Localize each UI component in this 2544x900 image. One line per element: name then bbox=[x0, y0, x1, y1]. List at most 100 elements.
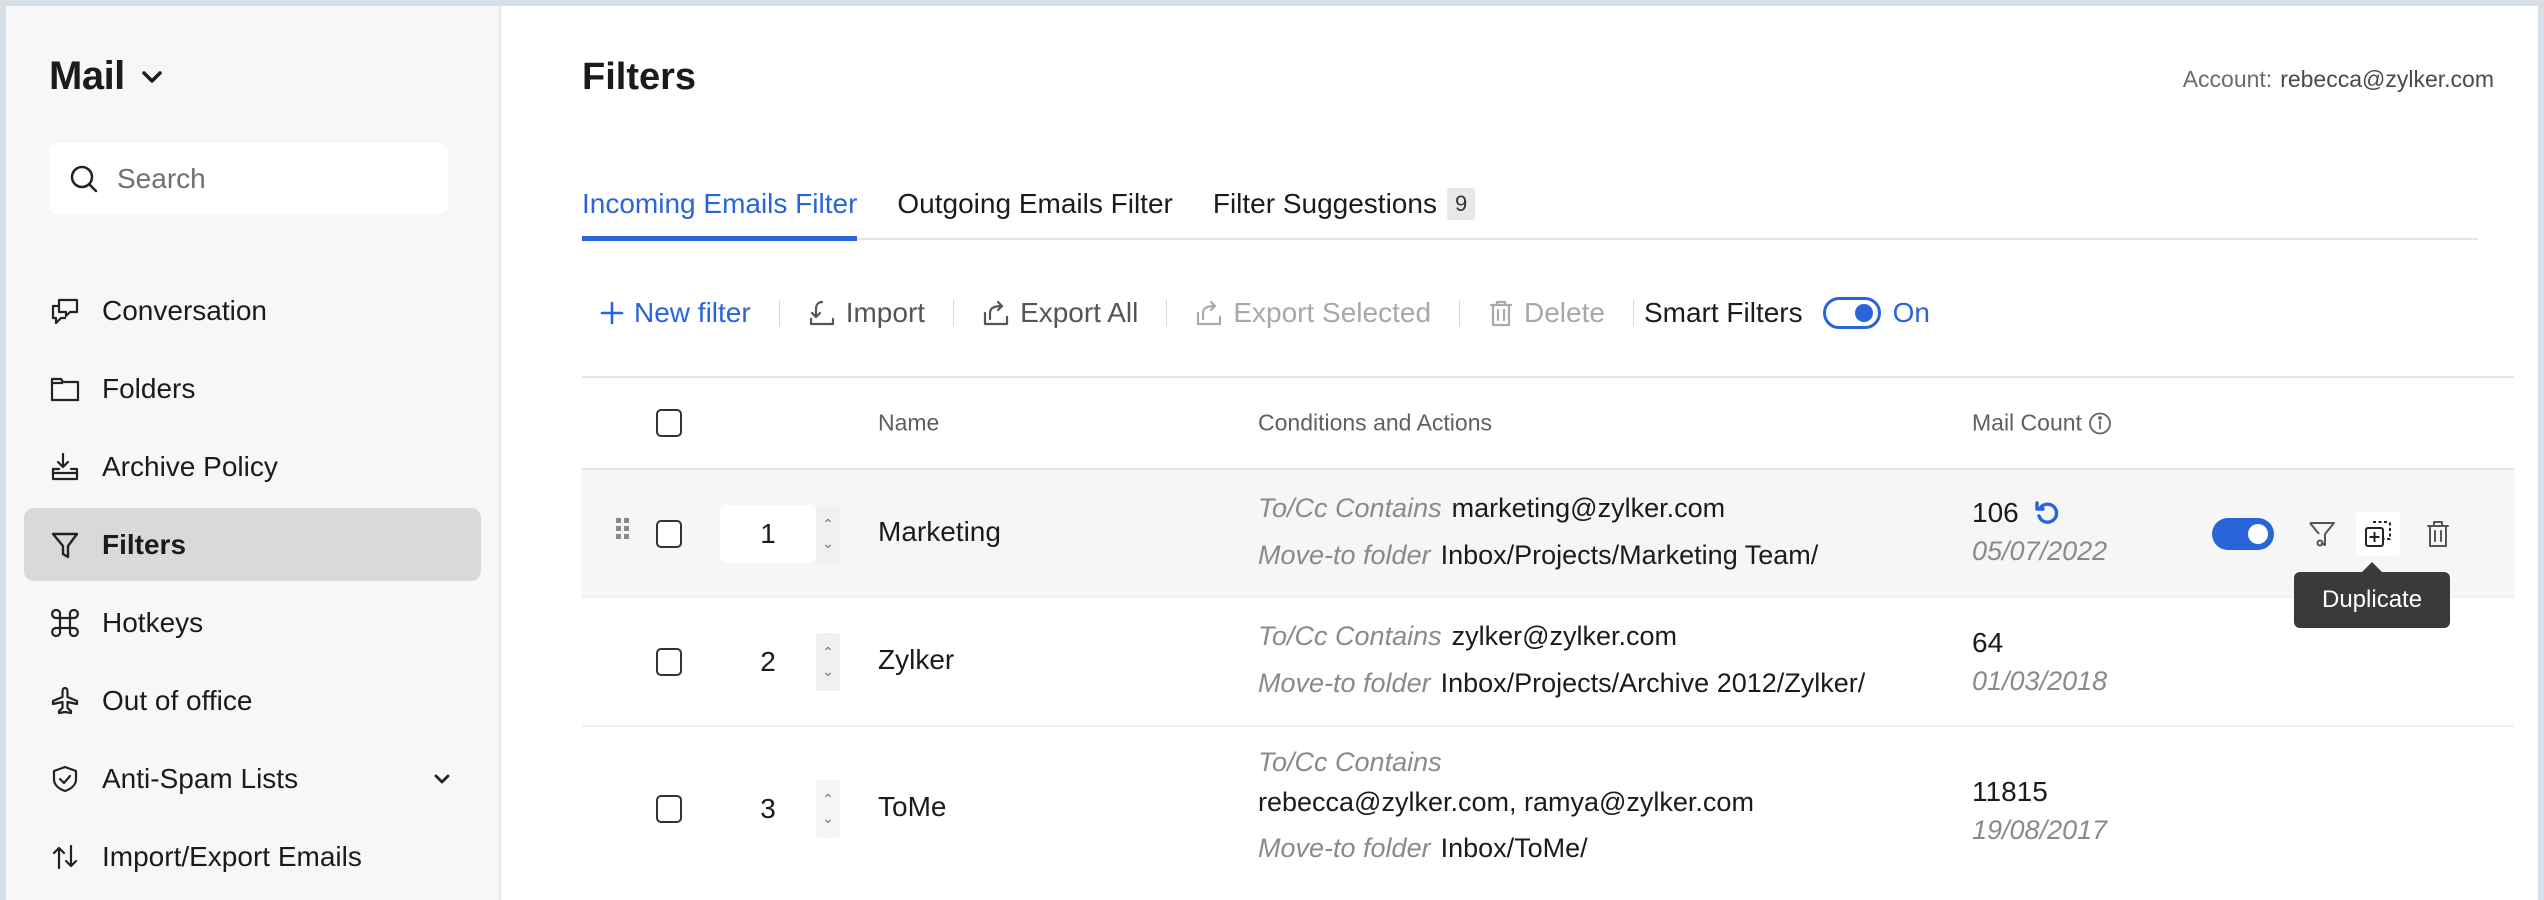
tab-outgoing-emails-filter[interactable]: Outgoing Emails Filter bbox=[897, 176, 1172, 238]
import-label: Import bbox=[845, 297, 926, 328]
sidebar-item-label: Hotkeys bbox=[102, 606, 204, 638]
filter-icon bbox=[50, 530, 80, 560]
condition-label: To/Cc Contains bbox=[1258, 747, 1442, 777]
chevron-down-icon[interactable]: ⌄ bbox=[822, 535, 834, 552]
select-all-checkbox[interactable] bbox=[656, 409, 682, 437]
column-header-name: Name bbox=[878, 409, 940, 436]
sidebar-item-hotkeys[interactable]: Hotkeys bbox=[24, 586, 481, 659]
sidebar-item-label: Conversation bbox=[102, 294, 267, 326]
search-icon bbox=[70, 165, 98, 192]
sidebar-item-filters[interactable]: Filters bbox=[24, 508, 481, 581]
row-checkbox[interactable] bbox=[656, 648, 682, 676]
search-input[interactable] bbox=[117, 162, 417, 195]
order-input[interactable]: 1 bbox=[720, 505, 816, 563]
condition-value: rebecca@zylker.com, ramya@zylker.com bbox=[1258, 787, 1754, 817]
export-all-label: Export All bbox=[1020, 297, 1139, 328]
mail-count: 64 01/03/2018 bbox=[1972, 624, 2107, 700]
order-stepper[interactable]: ⌃ ⌄ bbox=[816, 633, 840, 691]
sidebar-item-import-export-emails[interactable]: Import/Export Emails bbox=[24, 820, 481, 893]
sidebar-item-conversation[interactable]: Conversation bbox=[24, 274, 481, 347]
sidebar-item-out-of-office[interactable]: Out of office bbox=[24, 664, 481, 737]
folder-icon bbox=[50, 374, 80, 404]
chevron-up-icon[interactable]: ⌃ bbox=[822, 644, 834, 661]
toolbar-divider bbox=[1632, 300, 1634, 326]
column-header-conditions: Conditions and Actions bbox=[1258, 409, 1492, 436]
mail-count-value: 106 bbox=[1972, 497, 2019, 528]
tab-filter-suggestions[interactable]: Filter Suggestions 9 bbox=[1213, 176, 1476, 238]
shield-check-icon bbox=[50, 764, 80, 794]
account-email: rebecca@zylker.com bbox=[2280, 66, 2494, 92]
duplicate-icon bbox=[2365, 521, 2391, 547]
smart-filters-label: Smart Filters bbox=[1643, 297, 1803, 328]
app-switcher[interactable]: Mail bbox=[49, 54, 163, 99]
app-window: Mail Conversation Folders Archive Policy… bbox=[6, 6, 2538, 900]
account-label: Account: bbox=[2182, 66, 2273, 92]
duplicate-tooltip: Duplicate bbox=[2294, 562, 2451, 628]
chevron-down-icon[interactable] bbox=[433, 773, 451, 785]
order-value: 3 bbox=[760, 793, 776, 824]
delete-label: Delete bbox=[1524, 297, 1605, 328]
export-selected-label: Export Selected bbox=[1233, 297, 1432, 328]
duplicate-filter-button[interactable] bbox=[2356, 512, 2400, 556]
smart-filters-state: On bbox=[1892, 297, 1930, 328]
delete-button[interactable]: Delete bbox=[1488, 297, 1605, 329]
row-checkbox[interactable] bbox=[656, 795, 682, 823]
action-value: Inbox/Projects/Marketing Team/ bbox=[1440, 540, 1819, 570]
tab-incoming-emails-filter[interactable]: Incoming Emails Filter bbox=[582, 176, 858, 241]
table-row[interactable]: 2 ⌃ ⌄ Zylker To/Cc Contains zylker@zylker.… bbox=[582, 598, 2514, 727]
table-row[interactable]: 3 ⌃ ⌄ ToMe To/Cc Contains rebecca@zylker.… bbox=[582, 727, 2514, 897]
filter-enabled-toggle[interactable] bbox=[2212, 518, 2274, 550]
page-title: Filters bbox=[582, 56, 697, 98]
table-header: Name Conditions and Actions Mail Count bbox=[582, 376, 2514, 470]
smart-filters-toggle[interactable] bbox=[1822, 297, 1881, 329]
mail-count: 11815 19/08/2017 bbox=[1972, 773, 2107, 849]
import-button[interactable]: Import bbox=[808, 297, 925, 329]
sidebar-item-anti-spam-lists[interactable]: Anti-Spam Lists bbox=[24, 742, 481, 815]
order-stepper[interactable]: ⌃ ⌄ bbox=[816, 780, 840, 838]
filter-name: ToMe bbox=[878, 791, 947, 822]
archive-icon bbox=[50, 452, 80, 482]
export-all-button[interactable]: Export All bbox=[982, 297, 1138, 329]
action-label: Move-to folder bbox=[1258, 540, 1431, 570]
sidebar-item-folders[interactable]: Folders bbox=[24, 352, 481, 425]
suggestions-count-badge: 9 bbox=[1446, 188, 1476, 220]
order-value: 2 bbox=[760, 646, 776, 677]
order-input[interactable]: 2 bbox=[720, 633, 816, 691]
action-label: Move-to folder bbox=[1258, 668, 1431, 698]
search-box[interactable] bbox=[49, 143, 448, 214]
edit-filter-button[interactable] bbox=[2300, 512, 2344, 556]
sidebar-item-label: Anti-Spam Lists bbox=[102, 762, 299, 794]
info-icon[interactable] bbox=[2088, 411, 2112, 435]
command-icon bbox=[50, 608, 80, 638]
sidebar-item-label: Import/Export Emails bbox=[102, 840, 362, 872]
order-input[interactable]: 3 bbox=[720, 780, 816, 838]
sidebar-item-archive-policy[interactable]: Archive Policy bbox=[24, 430, 481, 503]
delete-filter-button[interactable] bbox=[2416, 512, 2460, 556]
last-match-date: 01/03/2018 bbox=[1972, 666, 2108, 696]
export-selected-button[interactable]: Export Selected bbox=[1195, 297, 1431, 329]
sidebar-item-label: Folders bbox=[102, 372, 196, 404]
row-checkbox[interactable] bbox=[656, 520, 682, 548]
new-filter-label: New filter bbox=[634, 297, 751, 328]
column-header-mail-count: Mail Count bbox=[1972, 410, 2112, 437]
mail-count-label: Mail Count bbox=[1972, 409, 2082, 436]
mail-count: 106 05/07/2022 bbox=[1972, 494, 2107, 570]
sidebar-item-label: Out of office bbox=[102, 684, 253, 716]
airplane-icon bbox=[50, 686, 80, 716]
chevron-down-icon[interactable]: ⌄ bbox=[822, 663, 834, 680]
chevron-down-icon[interactable]: ⌄ bbox=[822, 810, 834, 827]
export-icon bbox=[983, 300, 1009, 326]
condition-value: zylker@zylker.com bbox=[1451, 621, 1678, 651]
refresh-icon[interactable] bbox=[2033, 499, 2061, 527]
filter-name: Zylker bbox=[878, 644, 955, 675]
drag-handle-icon[interactable] bbox=[616, 518, 629, 539]
new-filter-button[interactable]: New filter bbox=[600, 297, 751, 329]
chevron-up-icon[interactable]: ⌃ bbox=[822, 516, 834, 533]
chevron-up-icon[interactable]: ⌃ bbox=[822, 791, 834, 808]
app-title: Mail bbox=[49, 54, 125, 98]
import-icon bbox=[809, 300, 834, 326]
condition-label: To/Cc Contains bbox=[1258, 493, 1442, 523]
toolbar-divider bbox=[1459, 300, 1461, 326]
order-stepper[interactable]: ⌃ ⌄ bbox=[816, 505, 840, 563]
table-row[interactable]: 1 ⌃ ⌄ Marketing To/Cc Contains marketing@z… bbox=[582, 470, 2514, 598]
